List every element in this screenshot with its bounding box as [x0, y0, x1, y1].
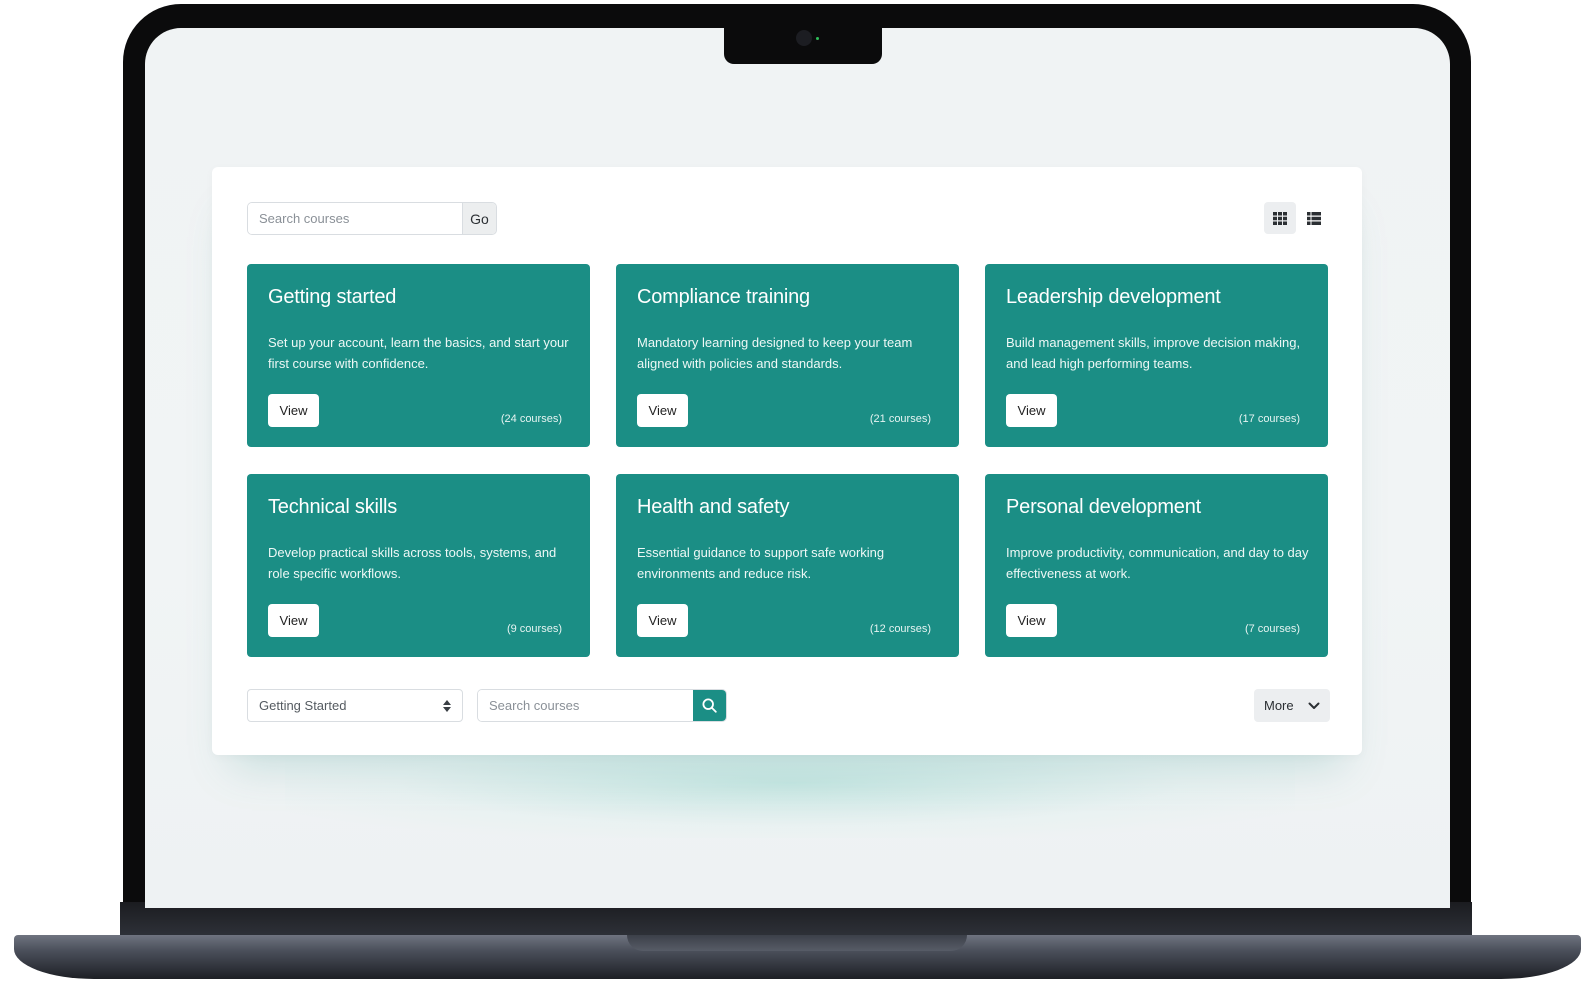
- more-label: More: [1264, 698, 1294, 713]
- search-icon: [702, 698, 717, 713]
- category-select-value: Getting Started: [259, 698, 347, 713]
- search-button[interactable]: [693, 690, 726, 721]
- course-count: (12 courses): [869, 623, 931, 635]
- sort-arrows-icon: [443, 699, 451, 712]
- laptop-screen: Go Getting started Set up: [145, 28, 1450, 908]
- bottom-search-group: [477, 689, 727, 722]
- view-button[interactable]: View: [1006, 394, 1057, 427]
- category-card-getting-started: Getting started Set up your account, lea…: [247, 264, 590, 447]
- course-count: (21 courses): [869, 413, 931, 425]
- card-description: Develop practical skills across tools, s…: [268, 545, 557, 581]
- camera-led: [816, 37, 819, 40]
- bottom-toolbar: Getting Started More: [247, 689, 1330, 722]
- card-title: Getting started: [268, 286, 397, 308]
- laptop-opening-lip: [627, 935, 967, 951]
- category-card-personal-development: Personal development Improve productivit…: [985, 474, 1328, 657]
- list-view-button[interactable]: [1298, 202, 1330, 234]
- card-description: Build management skills, improve decisio…: [1006, 335, 1301, 371]
- card-title: Leadership development: [1006, 286, 1221, 308]
- view-toggle: [1264, 202, 1330, 234]
- go-button[interactable]: Go: [462, 203, 496, 234]
- search-input[interactable]: [248, 203, 462, 234]
- course-count: (24 courses): [500, 413, 562, 425]
- course-count: (17 courses): [1238, 413, 1300, 425]
- view-button[interactable]: View: [637, 394, 688, 427]
- camera-notch: [724, 24, 882, 64]
- course-search-input[interactable]: [478, 690, 693, 721]
- view-button[interactable]: View: [637, 604, 688, 637]
- course-count: (9 courses): [506, 623, 562, 635]
- card-description: Mandatory learning designed to keep your…: [637, 335, 913, 371]
- card-description: Set up your account, learn the basics, a…: [268, 335, 569, 371]
- card-description: Improve productivity, communication, and…: [1006, 545, 1309, 581]
- category-card-health-and-safety: Health and safety Essential guidance to …: [616, 474, 959, 657]
- view-button[interactable]: View: [268, 394, 319, 427]
- more-button[interactable]: More: [1254, 689, 1330, 722]
- card-title: Technical skills: [268, 496, 398, 518]
- card-title: Compliance training: [637, 286, 810, 308]
- card-title: Personal development: [1006, 496, 1202, 518]
- camera-icon: [796, 30, 812, 46]
- view-button[interactable]: View: [1006, 604, 1057, 637]
- category-card-compliance-training: Compliance training Mandatory learning d…: [616, 264, 959, 447]
- course-count: (7 courses): [1244, 623, 1300, 635]
- category-select[interactable]: Getting Started: [247, 689, 463, 722]
- card-description: Essential guidance to support safe worki…: [637, 545, 885, 581]
- top-search-group: Go: [247, 202, 497, 235]
- grid-icon: [1273, 211, 1287, 225]
- category-card-leadership-development: Leadership development Build management …: [985, 264, 1328, 447]
- grid-view-button[interactable]: [1264, 202, 1296, 234]
- chevron-down-icon: [1308, 702, 1320, 709]
- category-card-technical-skills: Technical skills Develop practical skill…: [247, 474, 590, 657]
- view-button[interactable]: View: [268, 604, 319, 637]
- card-title: Health and safety: [637, 496, 790, 518]
- list-icon: [1307, 211, 1321, 225]
- category-grid: Getting started Set up your account, lea…: [247, 264, 1328, 657]
- course-categories-panel: Go Getting started Set up: [212, 167, 1362, 755]
